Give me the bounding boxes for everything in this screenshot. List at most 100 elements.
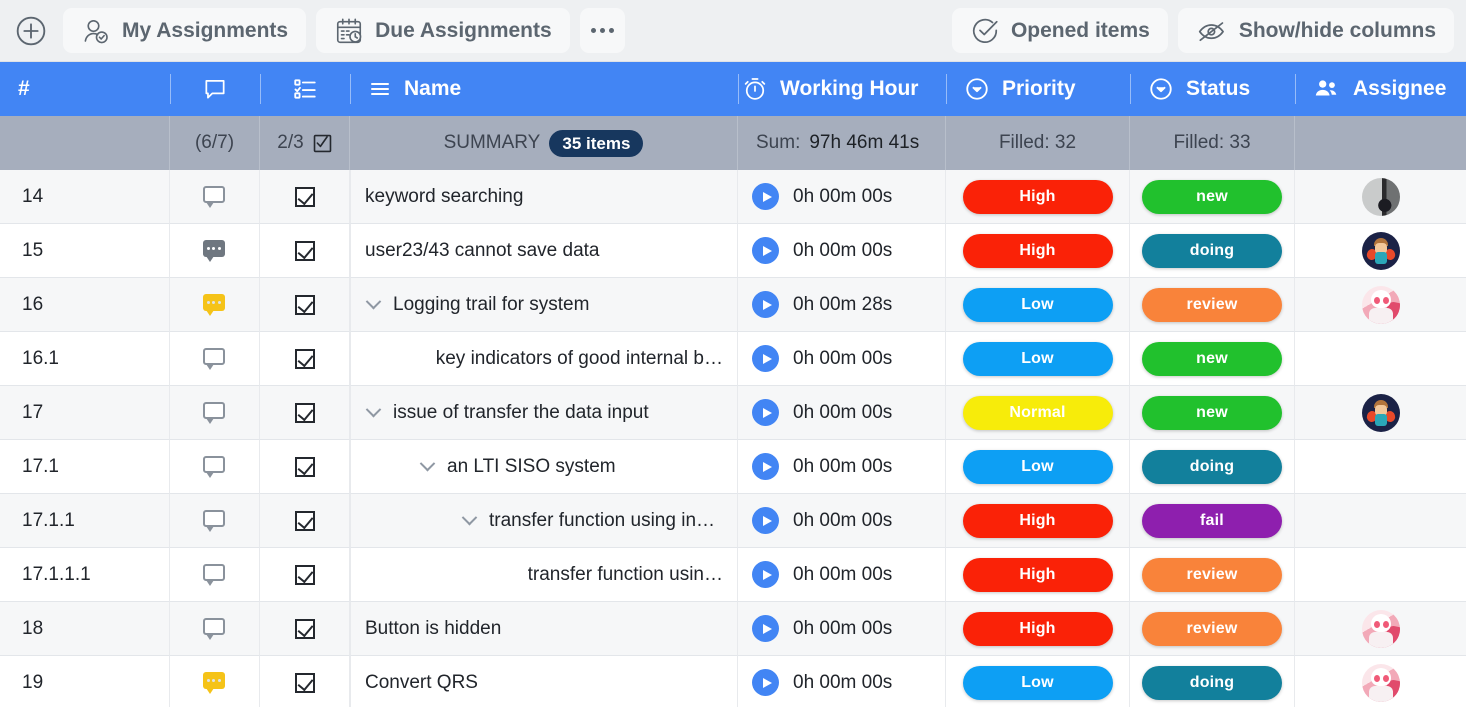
avatar[interactable] — [1362, 232, 1400, 270]
row-priority-cell[interactable]: Low — [946, 440, 1130, 494]
row-comment-cell[interactable] — [170, 332, 260, 386]
priority-badge[interactable]: Low — [963, 288, 1113, 322]
row-expand-chevron-icon[interactable] — [461, 513, 477, 529]
start-timer-play-icon[interactable] — [752, 615, 779, 642]
row-checklist-cell[interactable] — [260, 170, 350, 224]
comment-bubble-empty-icon[interactable] — [203, 402, 227, 424]
show-hide-columns-button[interactable]: Show/hide columns — [1178, 8, 1454, 53]
row-expand-chevron-icon[interactable] — [419, 459, 435, 475]
row-status-cell[interactable]: review — [1130, 548, 1295, 602]
avatar[interactable] — [1362, 664, 1400, 702]
row-working-hour-cell[interactable]: 0h 00m 00s — [738, 440, 946, 494]
row-status-cell[interactable]: fail — [1130, 494, 1295, 548]
column-header-name[interactable]: Name — [350, 62, 738, 116]
due-assignments-button[interactable]: Due Assignments — [316, 8, 570, 53]
start-timer-play-icon[interactable] — [752, 345, 779, 372]
table-row[interactable]: 17.1an LTI SISO system0h 00m 00sLowdoing — [0, 440, 1466, 494]
row-working-hour-cell[interactable]: 0h 00m 00s — [738, 224, 946, 278]
row-assignee-cell[interactable] — [1295, 440, 1466, 494]
table-row[interactable]: 19Convert QRS0h 00m 00sLowdoing — [0, 656, 1466, 707]
row-name-cell[interactable]: key indicators of good internal b… — [350, 332, 738, 386]
row-status-cell[interactable]: doing — [1130, 656, 1295, 707]
row-name-cell[interactable]: an LTI SISO system — [350, 440, 738, 494]
checkbox-checked-icon[interactable] — [295, 565, 315, 585]
row-comment-cell[interactable] — [170, 440, 260, 494]
row-working-hour-cell[interactable]: 0h 00m 00s — [738, 494, 946, 548]
priority-badge[interactable]: High — [963, 234, 1113, 268]
row-working-hour-cell[interactable]: 0h 00m 00s — [738, 602, 946, 656]
checkbox-checked-icon[interactable] — [295, 457, 315, 477]
row-comment-cell[interactable] — [170, 656, 260, 707]
start-timer-play-icon[interactable] — [752, 399, 779, 426]
row-status-cell[interactable]: doing — [1130, 440, 1295, 494]
row-assignee-cell[interactable] — [1295, 170, 1466, 224]
row-comment-cell[interactable] — [170, 386, 260, 440]
more-options-button[interactable] — [580, 8, 625, 53]
start-timer-play-icon[interactable] — [752, 237, 779, 264]
column-header-comments[interactable] — [170, 62, 260, 116]
row-comment-cell[interactable] — [170, 224, 260, 278]
row-priority-cell[interactable]: High — [946, 224, 1130, 278]
row-assignee-cell[interactable] — [1295, 602, 1466, 656]
start-timer-play-icon[interactable] — [752, 453, 779, 480]
status-badge[interactable]: new — [1142, 180, 1282, 214]
status-badge[interactable]: review — [1142, 558, 1282, 592]
row-name-cell[interactable]: issue of transfer the data input — [350, 386, 738, 440]
status-badge[interactable]: doing — [1142, 234, 1282, 268]
row-name-cell[interactable]: Button is hidden — [350, 602, 738, 656]
row-comment-cell[interactable] — [170, 170, 260, 224]
row-name-cell[interactable]: transfer function usin… — [350, 548, 738, 602]
row-priority-cell[interactable]: High — [946, 494, 1130, 548]
checkbox-checked-icon[interactable] — [295, 511, 315, 531]
row-priority-cell[interactable]: Normal — [946, 386, 1130, 440]
row-comment-cell[interactable] — [170, 278, 260, 332]
row-name-cell[interactable]: keyword searching — [350, 170, 738, 224]
checkbox-checked-icon[interactable] — [295, 673, 315, 693]
row-checklist-cell[interactable] — [260, 602, 350, 656]
row-checklist-cell[interactable] — [260, 494, 350, 548]
row-status-cell[interactable]: review — [1130, 602, 1295, 656]
priority-badge[interactable]: Low — [963, 666, 1113, 700]
column-header-working-hour[interactable]: Working Hour — [738, 62, 946, 116]
row-comment-cell[interactable] — [170, 602, 260, 656]
column-header-status[interactable]: Status — [1130, 62, 1295, 116]
checkbox-checked-icon[interactable] — [295, 403, 315, 423]
avatar[interactable] — [1362, 286, 1400, 324]
comment-bubble-empty-icon[interactable] — [203, 618, 227, 640]
start-timer-play-icon[interactable] — [752, 183, 779, 210]
row-status-cell[interactable]: new — [1130, 170, 1295, 224]
row-working-hour-cell[interactable]: 0h 00m 00s — [738, 170, 946, 224]
priority-badge[interactable]: Low — [963, 450, 1113, 484]
row-status-cell[interactable]: new — [1130, 332, 1295, 386]
comment-bubble-filled-icon[interactable] — [203, 240, 227, 262]
row-status-cell[interactable]: new — [1130, 386, 1295, 440]
table-row[interactable]: 16.1key indicators of good internal b…0h… — [0, 332, 1466, 386]
row-name-cell[interactable]: Logging trail for system — [350, 278, 738, 332]
row-name-cell[interactable]: Convert QRS — [350, 656, 738, 707]
row-working-hour-cell[interactable]: 0h 00m 00s — [738, 386, 946, 440]
my-assignments-button[interactable]: My Assignments — [63, 8, 306, 53]
opened-items-button[interactable]: Opened items — [952, 8, 1168, 53]
row-status-cell[interactable]: doing — [1130, 224, 1295, 278]
avatar[interactable] — [1362, 610, 1400, 648]
row-assignee-cell[interactable] — [1295, 224, 1466, 278]
comment-bubble-empty-icon[interactable] — [203, 510, 227, 532]
status-badge[interactable]: doing — [1142, 666, 1282, 700]
start-timer-play-icon[interactable] — [752, 507, 779, 534]
start-timer-play-icon[interactable] — [752, 669, 779, 696]
checkbox-checked-icon[interactable] — [295, 349, 315, 369]
row-checklist-cell[interactable] — [260, 278, 350, 332]
row-assignee-cell[interactable] — [1295, 494, 1466, 548]
row-assignee-cell[interactable] — [1295, 548, 1466, 602]
row-priority-cell[interactable]: High — [946, 602, 1130, 656]
row-checklist-cell[interactable] — [260, 386, 350, 440]
row-name-cell[interactable]: user23/43 cannot save data — [350, 224, 738, 278]
status-badge[interactable]: new — [1142, 342, 1282, 376]
table-row[interactable]: 14keyword searching0h 00m 00sHighnew — [0, 170, 1466, 224]
row-working-hour-cell[interactable]: 0h 00m 00s — [738, 656, 946, 707]
row-checklist-cell[interactable] — [260, 656, 350, 707]
table-row[interactable]: 16Logging trail for system0h 00m 28sLowr… — [0, 278, 1466, 332]
comment-bubble-empty-icon[interactable] — [203, 564, 227, 586]
table-row[interactable]: 15user23/43 cannot save data0h 00m 00sHi… — [0, 224, 1466, 278]
row-priority-cell[interactable]: Low — [946, 656, 1130, 707]
